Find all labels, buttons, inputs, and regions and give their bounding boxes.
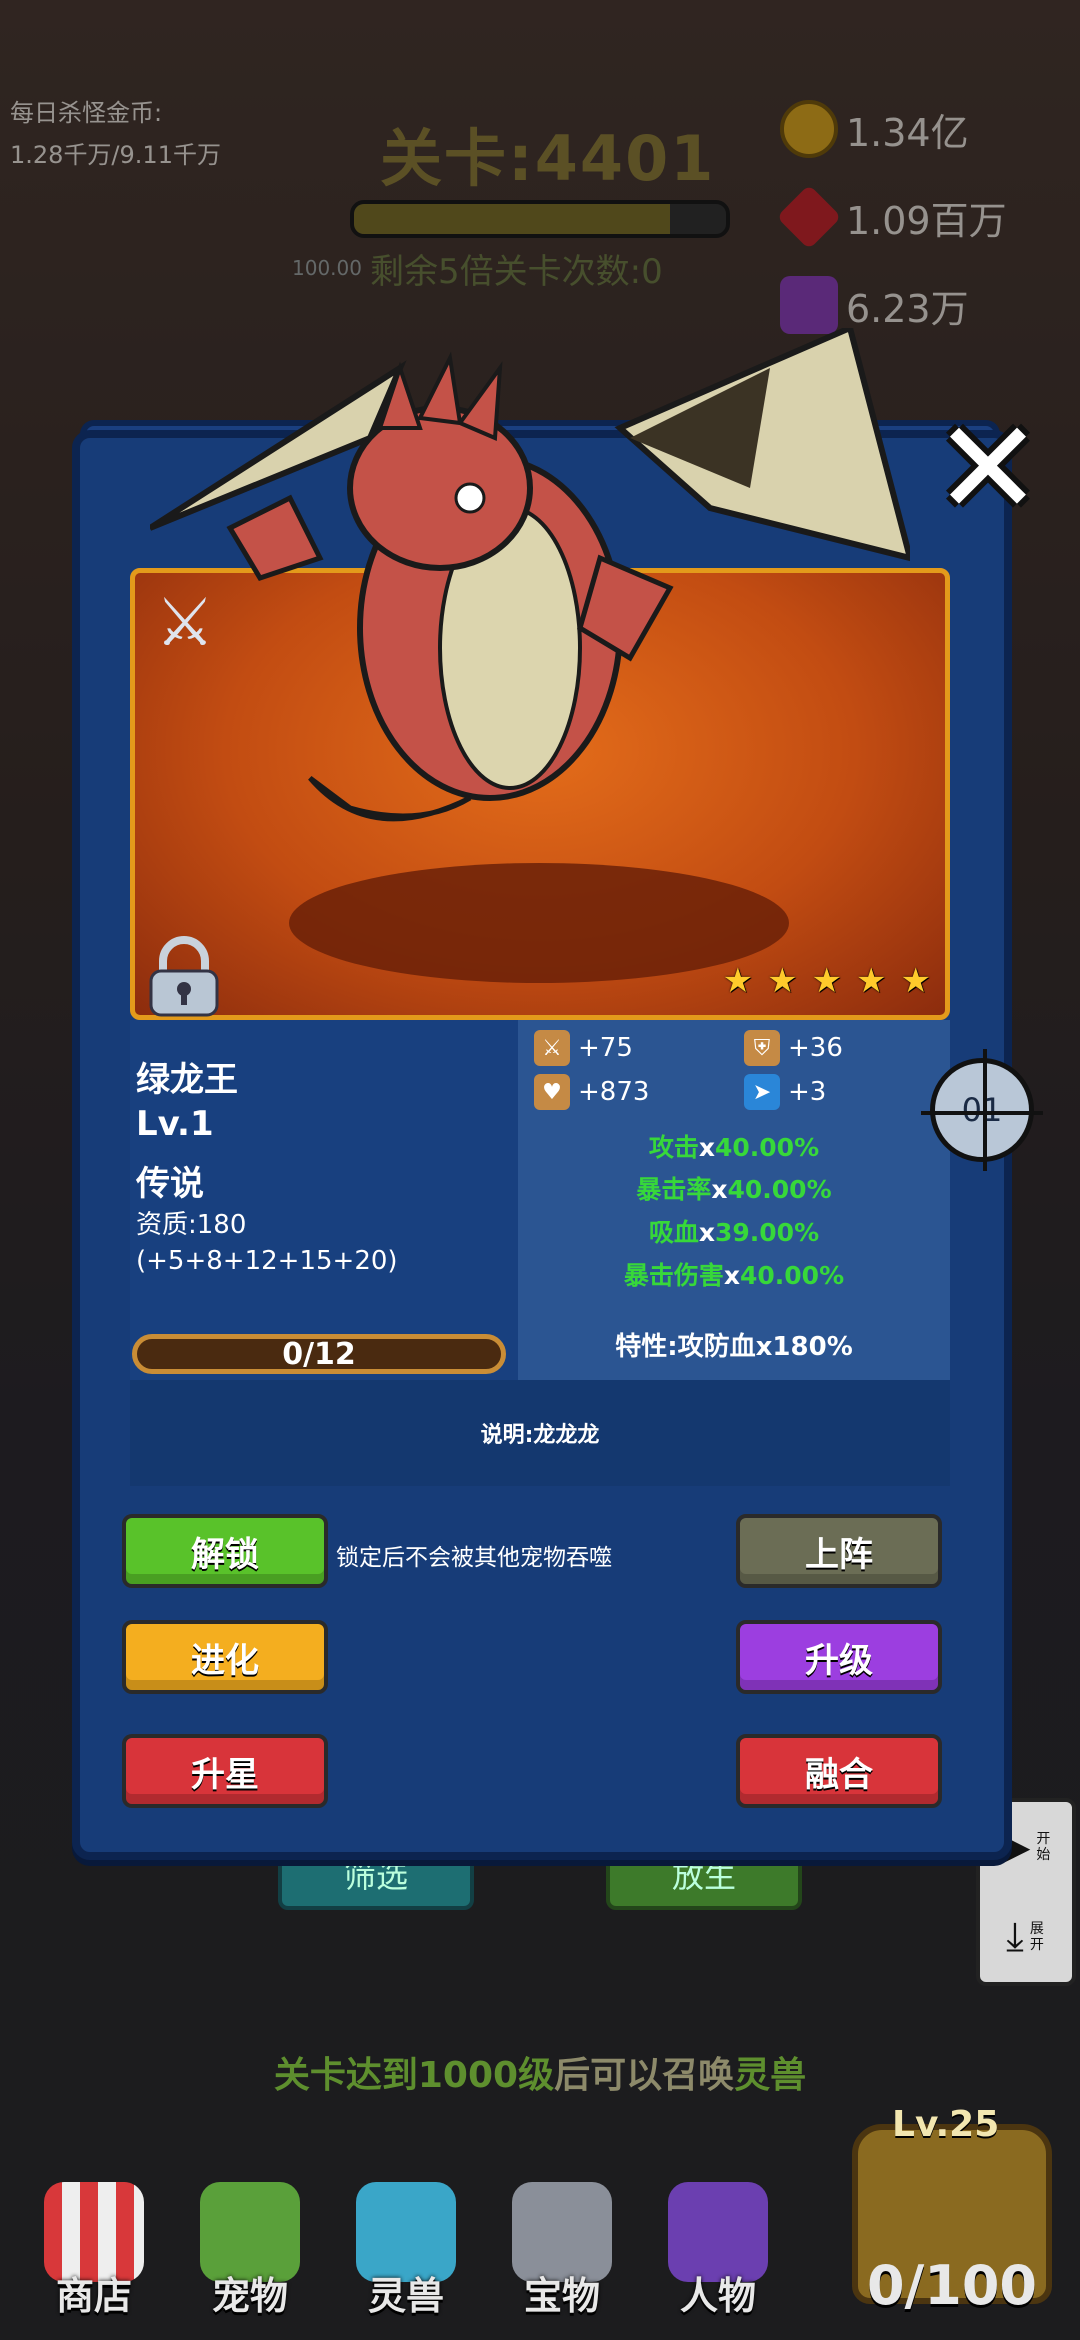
summon-hint-a: 关卡达到1000级 <box>273 2055 555 2096</box>
bonus-lifesteal-name: 吸血 <box>648 1218 699 1247</box>
close-icon[interactable]: ✕ <box>928 403 1048 533</box>
summon-hint-b: 后可以召唤 <box>554 2055 735 2096</box>
nav-character-label: 人物 <box>679 2274 756 2318</box>
bonus-crit-damage-mult: x <box>723 1261 740 1290</box>
star-icon: ★ <box>722 961 754 1001</box>
heart-icon: ♥ <box>534 1074 570 1110</box>
bonus-lifesteal-value: 39.00% <box>715 1218 820 1247</box>
stat-defense: ⛨ +36 <box>744 1030 843 1066</box>
bonus-crit-damage-value: 40.00% <box>740 1261 845 1290</box>
stat-attack: ⚔ +75 <box>534 1030 633 1066</box>
bonus-attack-mult: x <box>698 1133 715 1162</box>
pet-quality: 资质:180 <box>136 1210 247 1240</box>
bonus-attack-value: 40.00% <box>715 1133 820 1162</box>
nav-character[interactable]: 人物 <box>644 2170 792 2320</box>
bonus-crit-rate-value: 40.00% <box>727 1175 832 1204</box>
bonus-lifesteal: 吸血x39.00% <box>518 1213 950 1249</box>
pet-quality-detail: (+5+8+12+15+20) <box>136 1246 398 1276</box>
dragon-pet-image <box>150 328 910 822</box>
star-up-button[interactable]: 升星 <box>122 1734 328 1808</box>
nav-pet[interactable]: 宠物 <box>176 2170 324 2320</box>
stat-hp: ♥ +873 <box>534 1074 649 1110</box>
boot-icon: ➤ <box>744 1074 780 1110</box>
stat-attack-value: +75 <box>578 1033 633 1063</box>
expand-icon: ⤓ <box>1006 1914 1024 1960</box>
shield-icon: ⛨ <box>744 1030 780 1066</box>
deploy-button[interactable]: 上阵 <box>736 1514 942 1588</box>
bonus-crit-rate-name: 暴击率 <box>636 1175 712 1204</box>
bonus-crit-damage-name: 暴击伤害 <box>623 1261 724 1290</box>
evolve-button[interactable]: 进化 <box>122 1620 328 1694</box>
pet-exp-bar: 0/12 <box>132 1334 506 1374</box>
sword-icon: ⚔ <box>534 1030 570 1066</box>
star-icon: ★ <box>900 961 931 1001</box>
stat-speed-value: +3 <box>788 1077 827 1107</box>
pet-trait: 特性:攻防血x180% <box>615 1332 853 1362</box>
chest-level: Lv.25 <box>892 2104 1000 2145</box>
upgrade-button[interactable]: 升级 <box>736 1620 942 1694</box>
pet-name: 绿龙王 <box>136 1060 238 1100</box>
pet-level: Lv.1 <box>136 1104 214 1144</box>
bonus-attack: 攻击x40.00% <box>518 1128 950 1164</box>
bonus-lifesteal-mult: x <box>698 1218 715 1247</box>
treasure-chest-button[interactable]: Lv.25 0/100 <box>842 2104 1062 2324</box>
pet-description: 说明:龙龙龙 <box>130 1380 950 1486</box>
nav-shop-label: 商店 <box>55 2274 132 2318</box>
nav-treasure-label: 宝物 <box>523 2274 600 2318</box>
pet-rarity: 传说 <box>136 1164 204 1204</box>
chest-count: 0/100 <box>866 2254 1037 2317</box>
stat-defense-value: +36 <box>788 1033 843 1063</box>
side-play-label: 开始 <box>1036 1831 1051 1863</box>
side-expand-button[interactable]: ⤓ 展开 <box>980 1892 1072 1982</box>
stat-speed: ➤ +3 <box>744 1074 826 1110</box>
nav-treasure[interactable]: 宝物 <box>488 2170 636 2320</box>
star-icon: ★ <box>767 961 798 1001</box>
bonus-crit-rate-mult: x <box>711 1175 728 1204</box>
fuse-button[interactable]: 融合 <box>736 1734 942 1808</box>
summon-hint: 关卡达到1000级后可以召唤灵兽 <box>0 2046 1080 2098</box>
bonus-crit-damage: 暴击伤害x40.00% <box>518 1256 950 1292</box>
summon-hint-c: 灵兽 <box>734 2055 807 2096</box>
unlock-button[interactable]: 解锁 <box>122 1514 328 1588</box>
nav-spirit-beast[interactable]: 灵兽 <box>332 2170 480 2320</box>
star-icon: ★ <box>811 961 843 1001</box>
bonus-crit-rate: 暴击率x40.00% <box>518 1170 950 1206</box>
star-rating: ★ ★ ★ ★ ★ <box>723 961 931 1001</box>
stat-hp-value: +873 <box>578 1077 650 1107</box>
nav-spirit-beast-label: 灵兽 <box>367 2274 444 2318</box>
star-icon: ★ <box>856 961 887 1001</box>
bonus-attack-name: 攻击 <box>648 1133 699 1162</box>
lock-note: 锁定后不会被其他宠物吞噬 <box>336 1545 612 1571</box>
nav-pet-label: 宠物 <box>211 2274 288 2318</box>
side-expand-label: 展开 <box>1029 1921 1044 1953</box>
target-label: 01 <box>961 1091 1003 1129</box>
nav-shop[interactable]: 商店 <box>20 2170 168 2320</box>
lock-icon[interactable] <box>141 935 227 1019</box>
target-reticle-button[interactable]: 01 <box>921 1049 1043 1171</box>
